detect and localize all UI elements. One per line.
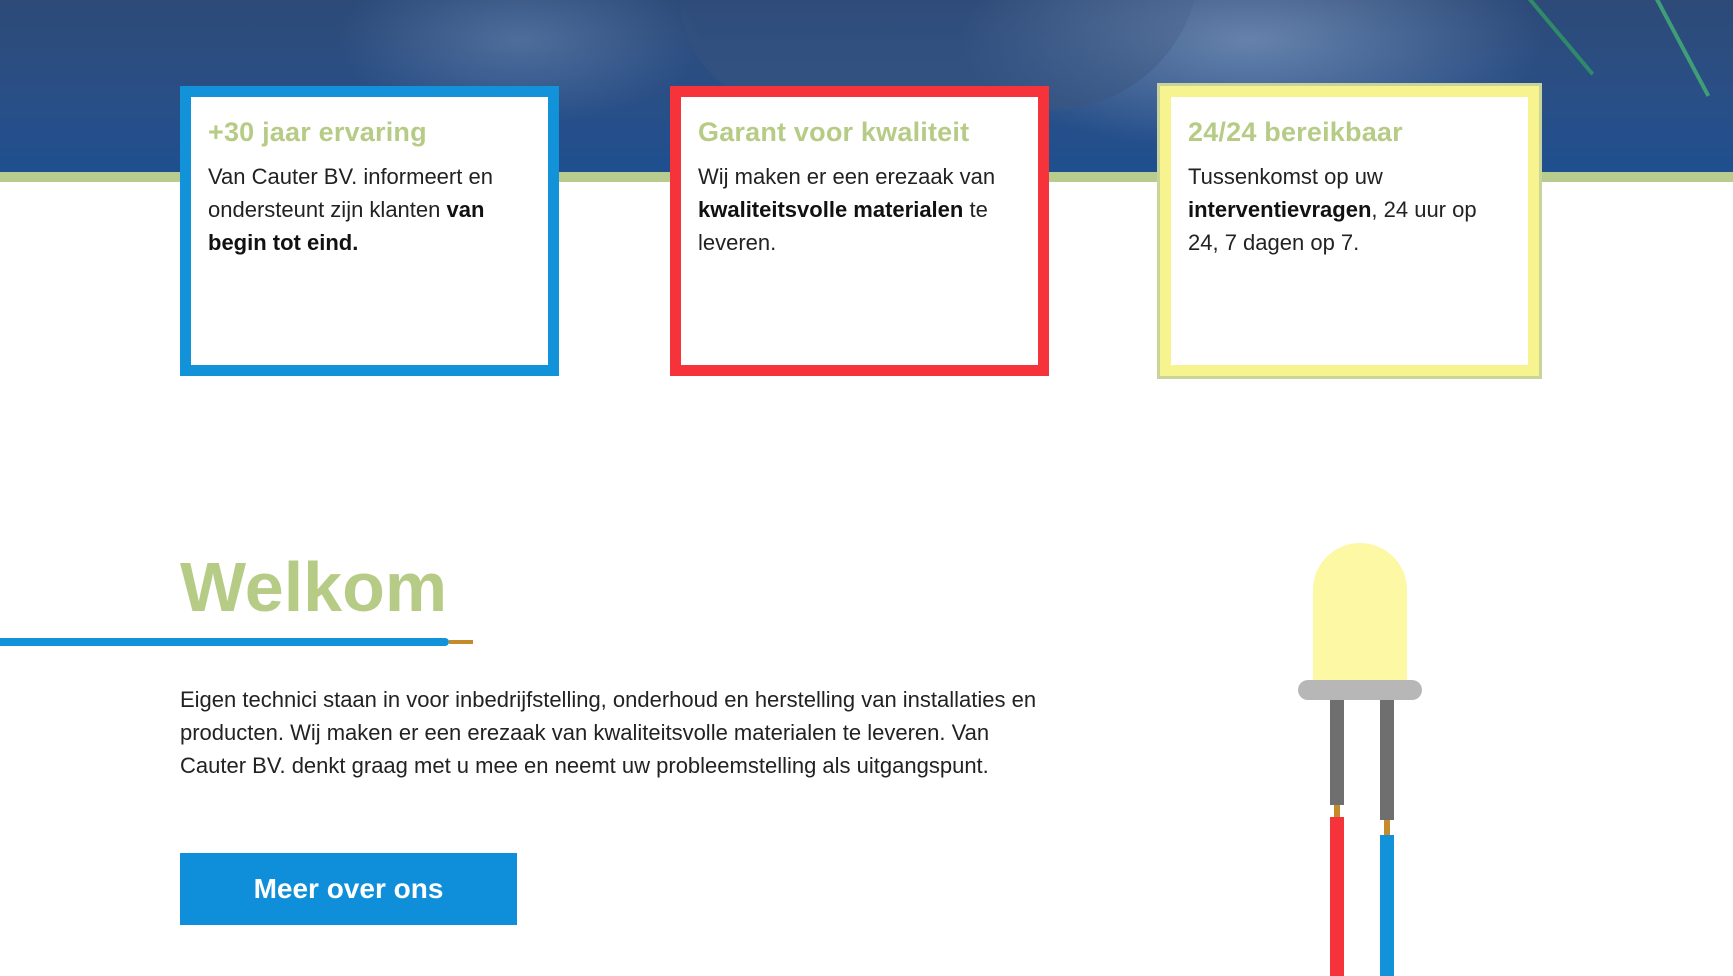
feature-card-text-regular: Tussenkomst op uw <box>1188 164 1383 189</box>
feature-card-title: +30 jaar ervaring <box>208 117 427 147</box>
welcome-body-text: Eigen technici staan in voor inbedrijfst… <box>180 687 1037 778</box>
feature-card-text: Tussenkomst op uw interventievragen, 24 … <box>1188 160 1511 259</box>
about-us-button[interactable]: Meer over ons <box>180 853 517 925</box>
feature-card-text-regular: Wij maken er een erezaak van <box>698 164 996 189</box>
feature-card-text: Van Cauter BV. informeert en ondersteunt… <box>208 160 531 259</box>
feature-card-title: Garant voor kwaliteit <box>698 117 970 147</box>
feature-card-quality: Garant voor kwaliteit Wij maken er een e… <box>670 86 1049 376</box>
welcome-heading: Welkom <box>180 548 448 626</box>
feature-card-text-bold: kwaliteitsvolle materialen <box>698 197 964 222</box>
feature-card-text: Wij maken er een erezaak van kwaliteitsv… <box>698 160 1021 259</box>
feature-card-availability: 24/24 bereikbaar Tussenkomst op uw inter… <box>1160 86 1539 376</box>
hero-wire <box>1520 0 1595 76</box>
feature-card-title: 24/24 bereikbaar <box>1188 117 1403 147</box>
welcome-underline-wire-tip <box>449 640 473 644</box>
feature-card-experience: +30 jaar ervaring Van Cauter BV. informe… <box>180 86 559 376</box>
welcome-underline-wire <box>0 638 449 646</box>
hero-wire <box>1650 0 1711 97</box>
led-bulb-icon <box>1298 543 1422 976</box>
feature-card-text-bold: interventievragen <box>1188 197 1372 222</box>
